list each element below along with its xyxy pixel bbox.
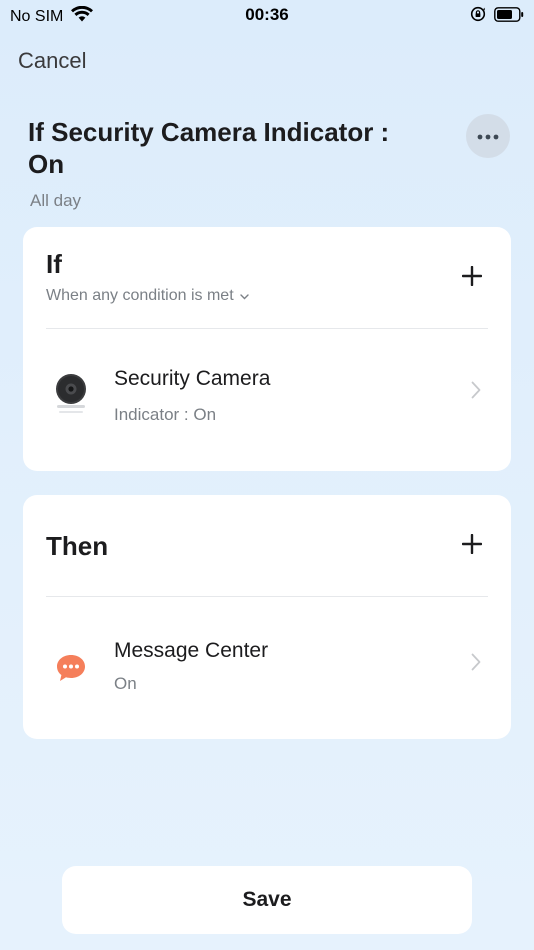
then-section-title: Then	[46, 531, 109, 561]
action-device-state: On	[114, 674, 137, 693]
divider	[46, 328, 488, 329]
action-device-name: Message Center	[114, 639, 269, 662]
save-button[interactable]: Save	[62, 866, 472, 934]
condition-item-security-camera[interactable]: Security Camera Indicator : On	[23, 343, 511, 443]
plus-icon	[461, 533, 483, 559]
plus-icon	[461, 265, 483, 291]
status-time: 00:36	[245, 5, 289, 24]
battery-icon	[494, 6, 524, 27]
divider	[46, 596, 488, 597]
chevron-right-icon	[471, 653, 481, 676]
more-icon	[476, 127, 500, 145]
action-item-message-center[interactable]: Message Center On	[23, 615, 511, 715]
message-center-icon	[51, 637, 91, 697]
status-right	[470, 6, 524, 27]
add-condition-button[interactable]	[457, 263, 487, 293]
condition-device-name: Security Camera	[114, 367, 271, 390]
chevron-right-icon	[471, 381, 481, 404]
security-camera-icon	[51, 365, 91, 425]
schedule-label: All day	[30, 191, 82, 210]
then-card: Then Message Center On	[23, 495, 511, 739]
more-options-button[interactable]	[466, 114, 510, 158]
condition-mode-label: When any condition is met	[46, 287, 234, 304]
condition-mode-dropdown[interactable]: When any condition is met	[46, 287, 249, 305]
add-action-button[interactable]	[457, 531, 487, 561]
condition-device-state: Indicator : On	[114, 405, 217, 424]
if-card: If When any condition is met Security Ca…	[23, 227, 511, 471]
page-title: If Security Camera Indicator : On	[28, 117, 390, 179]
status-bar: No SIM 00:36	[0, 0, 534, 32]
if-section-title: If	[46, 249, 62, 279]
orientation-lock-icon	[470, 6, 486, 27]
chevron-down-icon	[239, 287, 249, 305]
cancel-button[interactable]: Cancel	[18, 48, 86, 74]
